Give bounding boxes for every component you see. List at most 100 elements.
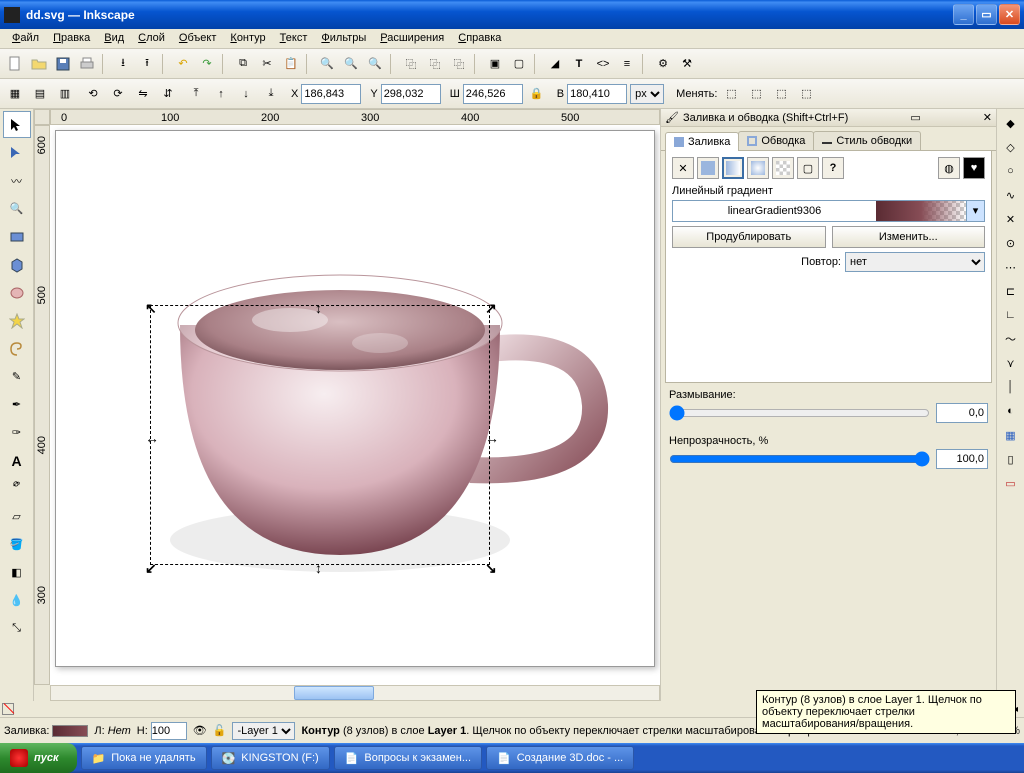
- menu-filters[interactable]: Фильтры: [315, 31, 372, 46]
- lower-icon[interactable]: ↓: [235, 83, 257, 105]
- blur-input[interactable]: [936, 403, 988, 423]
- tool-pen[interactable]: ✒: [3, 391, 31, 418]
- task-item-1[interactable]: 💽 KINGSTON (F:): [211, 746, 330, 770]
- zoom-page-icon[interactable]: 🔍: [364, 53, 386, 75]
- fill-pattern[interactable]: [772, 157, 794, 179]
- menu-file[interactable]: Файл: [6, 31, 45, 46]
- affect-move-icon[interactable]: ⬚: [720, 83, 742, 105]
- fill-radial[interactable]: [747, 157, 769, 179]
- snap-page-icon[interactable]: ▭: [1001, 473, 1021, 493]
- ruler-vertical[interactable]: 600500400300: [34, 125, 50, 685]
- select-all-icon[interactable]: ▦: [4, 83, 26, 105]
- repeat-select[interactable]: нет: [845, 252, 985, 272]
- clone-icon[interactable]: ⿻: [424, 53, 446, 75]
- sel-handle-t[interactable]: ↕: [315, 300, 327, 312]
- minimize-button[interactable]: _: [953, 4, 974, 25]
- raise-top-icon[interactable]: ⤒: [185, 83, 207, 105]
- task-item-0[interactable]: 📁 Пока не удалять: [81, 746, 207, 770]
- fill-stroke-icon[interactable]: ◢: [544, 53, 566, 75]
- raise-icon[interactable]: ↑: [210, 83, 232, 105]
- tool-dropper[interactable]: 💧: [3, 587, 31, 614]
- unlink-icon[interactable]: ⿻: [448, 53, 470, 75]
- gradient-select[interactable]: linearGradient9306: [673, 205, 876, 217]
- hscrollbar[interactable]: [34, 685, 660, 701]
- tool-spray[interactable]: ༳: [3, 475, 31, 502]
- h-input[interactable]: [567, 84, 627, 104]
- deselect-icon[interactable]: ▥: [54, 83, 76, 105]
- fill-none[interactable]: ✕: [672, 157, 694, 179]
- task-item-2[interactable]: 📄 Вопросы к экзамен...: [334, 746, 482, 770]
- units-select[interactable]: px: [630, 84, 664, 104]
- zoom-drawing-icon[interactable]: 🔍: [340, 53, 362, 75]
- layer-select[interactable]: -Layer 1: [232, 722, 295, 740]
- sel-handle-tr[interactable]: ↗: [485, 300, 497, 312]
- cut-icon[interactable]: ✂: [256, 53, 278, 75]
- sel-handle-l[interactable]: ↔: [145, 430, 157, 442]
- affect-scale-icon[interactable]: ⬚: [745, 83, 767, 105]
- blur-slider[interactable]: [669, 405, 930, 421]
- tool-bucket[interactable]: 🪣: [3, 531, 31, 558]
- task-item-3[interactable]: 📄 Создание 3D.doc - ...: [486, 746, 634, 770]
- text-icon[interactable]: T: [568, 53, 590, 75]
- fillrule-evenodd[interactable]: ◍: [938, 157, 960, 179]
- close-button[interactable]: ✕: [999, 4, 1020, 25]
- paste-icon[interactable]: 📋: [280, 53, 302, 75]
- snap-bbox-icon[interactable]: ◇: [1001, 137, 1021, 157]
- w-input[interactable]: [463, 84, 523, 104]
- copy-icon[interactable]: ⧉: [232, 53, 254, 75]
- maximize-button[interactable]: ▭: [976, 4, 997, 25]
- menu-object[interactable]: Объект: [173, 31, 222, 46]
- docprops-icon[interactable]: ⚒: [676, 53, 698, 75]
- menu-layer[interactable]: Слой: [132, 31, 171, 46]
- sel-handle-bl[interactable]: ↙: [145, 560, 157, 572]
- menu-help[interactable]: Справка: [452, 31, 507, 46]
- snap-grid-icon[interactable]: ▦: [1001, 425, 1021, 445]
- tool-tweak[interactable]: 〰: [3, 167, 31, 194]
- lock-layer-icon[interactable]: 🔓: [213, 724, 227, 737]
- snap-smooth-icon[interactable]: 〜: [1001, 329, 1021, 349]
- snap-other-icon[interactable]: ◐: [1001, 401, 1021, 421]
- select-layer-icon[interactable]: ▤: [29, 83, 51, 105]
- undo-icon[interactable]: ↶: [172, 53, 194, 75]
- tool-text[interactable]: A: [3, 447, 31, 474]
- snap-guide-icon[interactable]: ▯: [1001, 449, 1021, 469]
- gradient-dropdown-icon[interactable]: ▾: [966, 201, 984, 221]
- save-icon[interactable]: [52, 53, 74, 75]
- snap-line-icon[interactable]: │: [1001, 377, 1021, 397]
- tab-stroke[interactable]: Обводка: [738, 131, 814, 150]
- print-icon[interactable]: [76, 53, 98, 75]
- snap-cusp-icon[interactable]: ⋎: [1001, 353, 1021, 373]
- visibility-icon[interactable]: 👁: [193, 724, 207, 737]
- menu-path[interactable]: Контур: [224, 31, 271, 46]
- start-button[interactable]: пуск: [0, 743, 77, 773]
- affect-rect-icon[interactable]: ⬚: [770, 83, 792, 105]
- align-icon[interactable]: ≡: [616, 53, 638, 75]
- snap-corner-icon[interactable]: ∟: [1001, 305, 1021, 325]
- menu-edit[interactable]: Правка: [47, 31, 96, 46]
- fill-linear[interactable]: [722, 157, 744, 179]
- dock-close[interactable]: ✕: [983, 111, 992, 124]
- duplicate-icon[interactable]: ⿻: [400, 53, 422, 75]
- fill-swatch[interactable]: ▢: [797, 157, 819, 179]
- sel-handle-r[interactable]: ↔: [485, 430, 497, 442]
- duplicate-button[interactable]: Продублировать: [672, 226, 826, 248]
- sel-handle-b[interactable]: ↕: [315, 560, 327, 572]
- canvas[interactable]: ↖↕↗↔↔↙↕↘: [50, 125, 660, 685]
- dock-iconify[interactable]: ▭: [910, 111, 920, 124]
- snap-path-icon[interactable]: ∿: [1001, 185, 1021, 205]
- rotate-ccw-icon[interactable]: ⟲: [82, 83, 104, 105]
- export-icon[interactable]: ⭱: [136, 53, 158, 75]
- opacity-slider[interactable]: [669, 451, 930, 467]
- tool-calligraphy[interactable]: ✑: [3, 419, 31, 446]
- menu-text[interactable]: Текст: [274, 31, 314, 46]
- status-stroke-value[interactable]: Нет: [108, 725, 131, 737]
- group-icon[interactable]: ▣: [484, 53, 506, 75]
- snap-midpoint-icon[interactable]: ⋯: [1001, 257, 1021, 277]
- tool-eraser[interactable]: ▱: [3, 503, 31, 530]
- sel-handle-br[interactable]: ↘: [485, 560, 497, 572]
- fill-flat[interactable]: [697, 157, 719, 179]
- flip-h-icon[interactable]: ⇋: [132, 83, 154, 105]
- lower-bottom-icon[interactable]: ⤓: [260, 83, 282, 105]
- tool-star[interactable]: [3, 307, 31, 334]
- tool-gradient[interactable]: ◧: [3, 559, 31, 586]
